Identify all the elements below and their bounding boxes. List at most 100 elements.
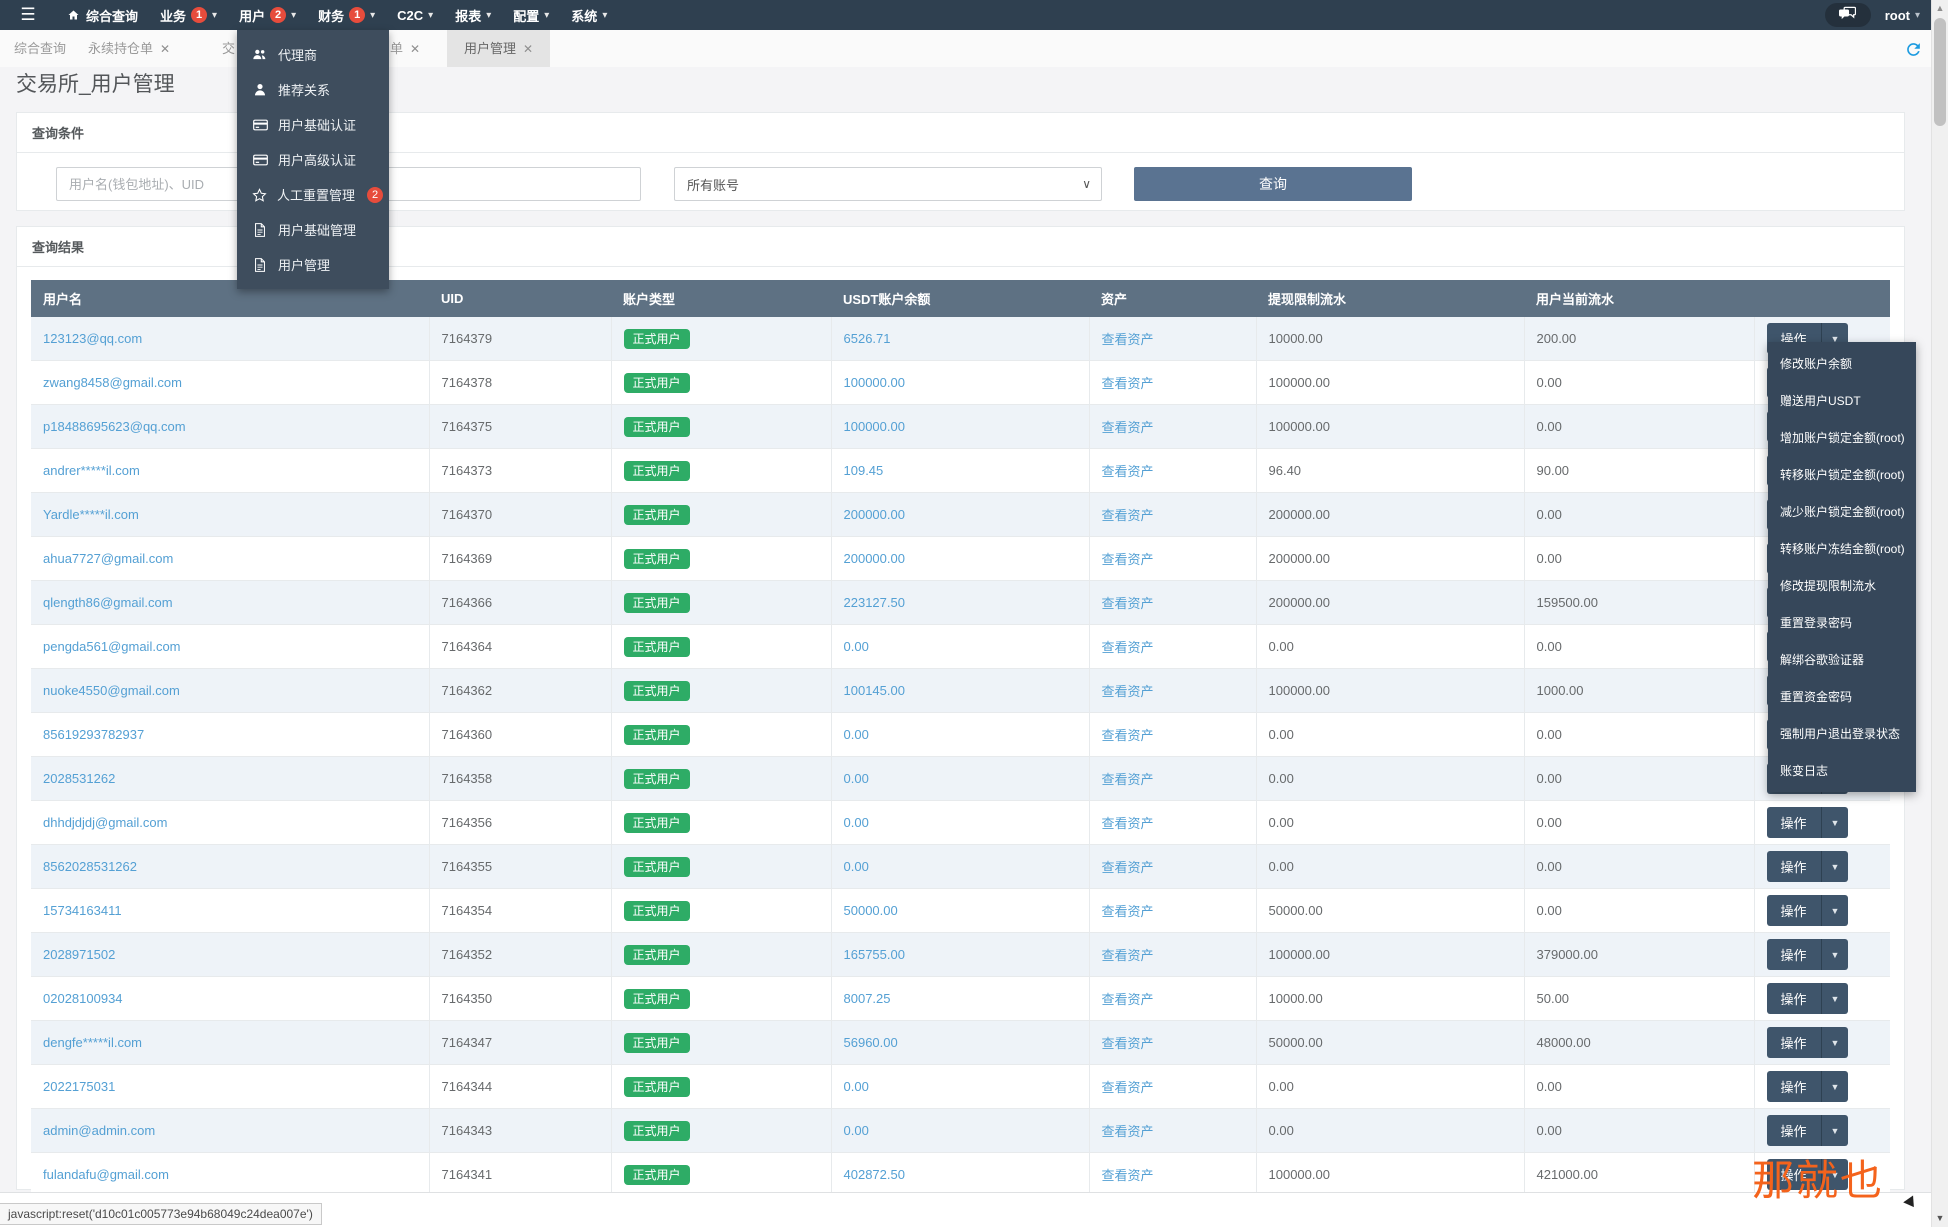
chevron-down-icon[interactable]: ▼: [1820, 939, 1849, 970]
username-link[interactable]: andrer*****il.com: [43, 463, 140, 478]
user-menu-item[interactable]: 用户基础认证: [237, 107, 389, 142]
usdt-balance-link[interactable]: 50000.00: [844, 903, 898, 918]
action-menu-item[interactable]: 减少账户锁定金额(root): [1768, 493, 1916, 530]
usdt-balance-link[interactable]: 6526.71: [844, 331, 891, 346]
chevron-down-icon[interactable]: ▼: [1820, 983, 1849, 1014]
usdt-balance-link[interactable]: 109.45: [844, 463, 884, 478]
usdt-balance-link[interactable]: 200000.00: [844, 507, 905, 522]
action-menu-item[interactable]: 重置登录密码: [1768, 604, 1916, 641]
view-assets-link[interactable]: 查看资产: [1102, 772, 1154, 787]
username-link[interactable]: 85619293782937: [43, 727, 144, 742]
view-assets-link[interactable]: 查看资产: [1102, 728, 1154, 743]
chevron-down-icon[interactable]: ▼: [1820, 1027, 1849, 1058]
view-assets-link[interactable]: 查看资产: [1102, 860, 1154, 875]
close-tab-icon[interactable]: ✕: [160, 42, 170, 56]
view-assets-link[interactable]: 查看资产: [1102, 948, 1154, 963]
username-link[interactable]: 8562028531262: [43, 859, 137, 874]
action-button-label[interactable]: 操作: [1766, 1115, 1821, 1146]
view-assets-link[interactable]: 查看资产: [1102, 420, 1154, 435]
chevron-down-icon[interactable]: ▼: [1820, 1071, 1849, 1102]
username-link[interactable]: 2028971502: [43, 947, 115, 962]
username-link[interactable]: ahua7727@gmail.com: [43, 551, 173, 566]
action-button-label[interactable]: 操作: [1766, 1071, 1821, 1102]
tab[interactable]: 永续持仓单 ✕: [88, 30, 170, 67]
view-assets-link[interactable]: 查看资产: [1102, 464, 1154, 479]
view-assets-link[interactable]: 查看资产: [1102, 992, 1154, 1007]
usdt-balance-link[interactable]: 0.00: [844, 771, 869, 786]
nav-item[interactable]: 系统 ▾: [560, 0, 618, 30]
usdt-balance-link[interactable]: 100000.00: [844, 375, 905, 390]
action-button-label[interactable]: 操作: [1766, 983, 1821, 1014]
user-menu-item[interactable]: 代理商: [237, 37, 389, 72]
view-assets-link[interactable]: 查看资产: [1102, 1036, 1154, 1051]
row-action-split-button[interactable]: 操作▼: [1766, 1027, 1849, 1058]
username-link[interactable]: p18488695623@qq.com: [43, 419, 186, 434]
user-menu-item[interactable]: 人工重置管理 2: [237, 177, 389, 212]
action-menu-item[interactable]: 转移账户冻结金额(root): [1768, 530, 1916, 567]
user-menu-item[interactable]: 用户高级认证: [237, 142, 389, 177]
view-assets-link[interactable]: 查看资产: [1102, 1124, 1154, 1139]
view-assets-link[interactable]: 查看资产: [1102, 904, 1154, 919]
username-link[interactable]: 2022175031: [43, 1079, 115, 1094]
usdt-balance-link[interactable]: 0.00: [844, 1079, 869, 1094]
row-action-split-button[interactable]: 操作▼: [1766, 1071, 1849, 1102]
action-menu-item[interactable]: 赠送用户USDT: [1768, 382, 1916, 419]
action-menu-item[interactable]: 强制用户退出登录状态: [1768, 715, 1916, 752]
nav-item[interactable]: 综合查询: [56, 0, 149, 30]
username-link[interactable]: dhhdjdjdj@gmail.com: [43, 815, 167, 830]
view-assets-link[interactable]: 查看资产: [1102, 816, 1154, 831]
user-menu-item[interactable]: 推荐关系: [237, 72, 389, 107]
query-button[interactable]: 查询: [1134, 167, 1412, 201]
usdt-balance-link[interactable]: 56960.00: [844, 1035, 898, 1050]
usdt-balance-link[interactable]: 8007.25: [844, 991, 891, 1006]
user-menu-item[interactable]: 用户基础管理: [237, 212, 389, 247]
username-link[interactable]: Yardle*****il.com: [43, 507, 139, 522]
view-assets-link[interactable]: 查看资产: [1102, 376, 1154, 391]
row-action-split-button[interactable]: 操作▼: [1766, 807, 1849, 838]
username-link[interactable]: 15734163411: [43, 903, 122, 918]
username-link[interactable]: admin@admin.com: [43, 1123, 155, 1138]
scrollbar-thumb[interactable]: [1934, 18, 1946, 126]
tab[interactable]: 综合查询: [14, 30, 66, 67]
username-link[interactable]: fulandafu@gmail.com: [43, 1167, 169, 1182]
action-menu-item[interactable]: 转移账户锁定金额(root): [1768, 456, 1916, 493]
vertical-scrollbar[interactable]: ▲ ▼: [1931, 0, 1948, 1227]
chevron-down-icon[interactable]: ▼: [1820, 895, 1849, 926]
account-type-select[interactable]: 所有账号 ∨: [674, 167, 1102, 201]
view-assets-link[interactable]: 查看资产: [1102, 1168, 1154, 1183]
view-assets-link[interactable]: 查看资产: [1102, 1080, 1154, 1095]
scroll-down-arrow-icon[interactable]: ▼: [1932, 1213, 1948, 1223]
usdt-balance-link[interactable]: 0.00: [844, 815, 869, 830]
chevron-down-icon[interactable]: ▼: [1820, 807, 1849, 838]
action-menu-item[interactable]: 修改账户余额: [1768, 345, 1916, 382]
nav-item[interactable]: 用户 2 ▾: [228, 0, 307, 30]
username-link[interactable]: dengfe*****il.com: [43, 1035, 142, 1050]
tab[interactable]: 交: [222, 30, 235, 67]
username-link[interactable]: zwang8458@gmail.com: [43, 375, 182, 390]
action-button-label[interactable]: 操作: [1766, 939, 1821, 970]
username-link[interactable]: nuoke4550@gmail.com: [43, 683, 180, 698]
action-button-label[interactable]: 操作: [1766, 851, 1821, 882]
row-action-split-button[interactable]: 操作▼: [1766, 895, 1849, 926]
action-button-label[interactable]: 操作: [1766, 895, 1821, 926]
nav-item[interactable]: C2C ▾: [386, 0, 444, 30]
username-link[interactable]: qlength86@gmail.com: [43, 595, 173, 610]
action-menu-item[interactable]: 修改提现限制流水: [1768, 567, 1916, 604]
view-assets-link[interactable]: 查看资产: [1102, 640, 1154, 655]
user-account-menu[interactable]: root ▾: [1885, 8, 1920, 23]
action-menu-item[interactable]: 增加账户锁定金额(root): [1768, 419, 1916, 456]
row-action-split-button[interactable]: 操作▼: [1766, 851, 1849, 882]
nav-item[interactable]: 配置 ▾: [502, 0, 560, 30]
usdt-balance-link[interactable]: 200000.00: [844, 551, 905, 566]
view-assets-link[interactable]: 查看资产: [1102, 552, 1154, 567]
chevron-down-icon[interactable]: ▼: [1820, 851, 1849, 882]
nav-item[interactable]: 报表 ▾: [444, 0, 502, 30]
action-button-label[interactable]: 操作: [1766, 1027, 1821, 1058]
usdt-balance-link[interactable]: 165755.00: [844, 947, 905, 962]
user-menu-item[interactable]: 用户管理: [237, 247, 389, 282]
chat-button[interactable]: [1824, 3, 1871, 27]
tab[interactable]: 用户管理 ✕: [447, 30, 551, 67]
action-menu-item[interactable]: 解绑谷歌验证器: [1768, 641, 1916, 678]
action-menu-item[interactable]: 账变日志: [1768, 752, 1916, 789]
usdt-balance-link[interactable]: 223127.50: [844, 595, 905, 610]
